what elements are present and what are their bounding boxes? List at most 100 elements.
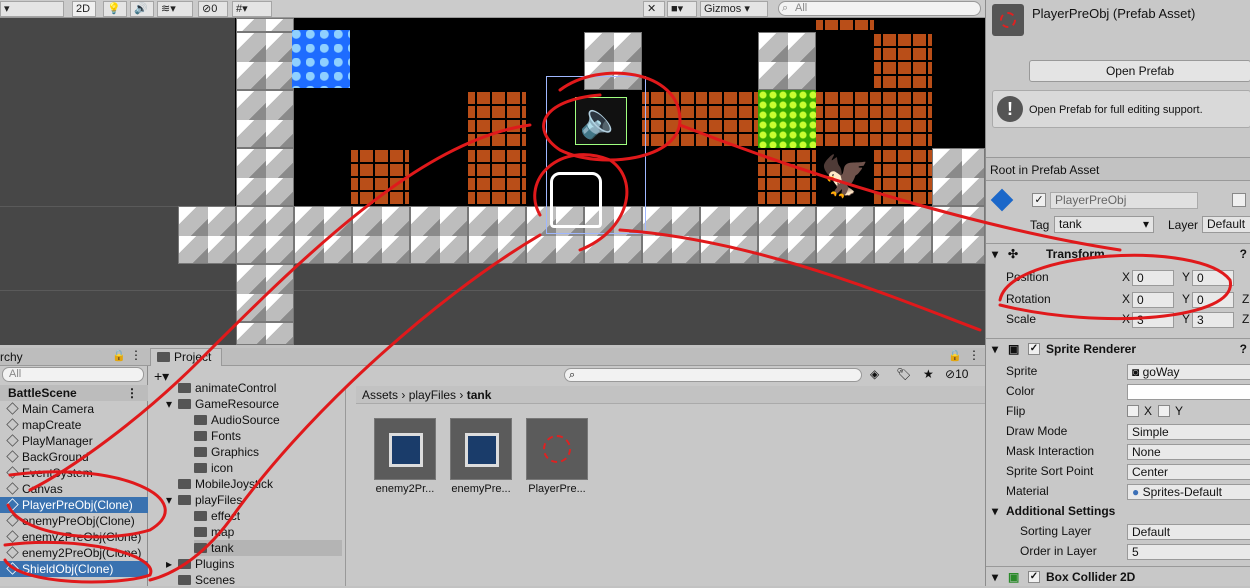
object-name-field[interactable]: PlayerPreObj bbox=[1050, 192, 1198, 209]
asset-name[interactable]: PlayerPre... bbox=[522, 483, 592, 495]
lock-icon[interactable]: 🔒 bbox=[948, 349, 962, 362]
hierarchy-search-input[interactable]: All bbox=[2, 367, 144, 382]
grid-dropdown-icon[interactable]: #▾ bbox=[232, 1, 272, 17]
lighting-icon[interactable]: 💡 bbox=[103, 1, 127, 17]
help-icon[interactable]: ? bbox=[1240, 244, 1247, 264]
foldout-arrow-icon[interactable]: ▾ bbox=[166, 492, 178, 508]
static-checkbox[interactable] bbox=[1232, 193, 1246, 207]
additional-settings-row[interactable]: ▾ Additional Settings bbox=[986, 504, 1250, 522]
hierarchy-item[interactable]: PlayManager bbox=[0, 433, 148, 449]
position-x-field[interactable]: 0 bbox=[1132, 270, 1174, 286]
rotation-row: Rotation X 0 Y 0 Z bbox=[986, 292, 1250, 310]
scale-x-field[interactable]: 3 bbox=[1132, 312, 1174, 328]
gameobject-icon bbox=[6, 562, 19, 575]
material-field[interactable]: ● Sprites-Default bbox=[1127, 484, 1250, 500]
scene-menu-icon[interactable]: ⋮ bbox=[126, 385, 138, 401]
scene-root[interactable]: BattleScene ⋮ bbox=[0, 385, 148, 401]
grid-line bbox=[0, 290, 985, 291]
hierarchy-item[interactable]: PlayerPreObj(Clone) bbox=[0, 497, 148, 513]
folder-tree-item[interactable]: ▾ playFiles bbox=[166, 492, 242, 508]
folder-tree-item[interactable]: Graphics bbox=[194, 444, 259, 460]
brick-tile bbox=[642, 90, 700, 148]
folder-tree-item[interactable]: map bbox=[194, 524, 234, 540]
project-tab[interactable]: Project bbox=[150, 348, 222, 366]
asset-thumb-player[interactable] bbox=[526, 418, 588, 480]
hierarchy-item[interactable]: mapCreate bbox=[0, 417, 148, 433]
folder-tree-item[interactable]: ▸ Plugins bbox=[166, 556, 234, 572]
folder-tree-item[interactable]: tank bbox=[194, 540, 342, 556]
asset-thumb-enemy2[interactable] bbox=[374, 418, 436, 480]
breadcrumb-playfiles[interactable]: playFiles bbox=[409, 388, 456, 402]
filter-type-icon[interactable]: ◈ bbox=[870, 367, 879, 381]
hierarchy-item[interactable]: enemy2PreObj(Clone) bbox=[0, 529, 148, 545]
effects-dropdown-icon[interactable]: ≋▾ bbox=[157, 1, 193, 17]
hierarchy-item[interactable]: enemyPreObj(Clone) bbox=[0, 513, 148, 529]
audio-source-gizmo-icon[interactable]: 🔈 bbox=[575, 97, 627, 145]
order-field[interactable]: 5 bbox=[1127, 544, 1250, 560]
asset-thumb-enemy[interactable] bbox=[450, 418, 512, 480]
hidden-packages-icon[interactable]: ⊘10 bbox=[945, 367, 968, 381]
menu-icon[interactable]: ⋮ bbox=[968, 348, 980, 362]
enabled-checkbox[interactable]: ✓ bbox=[1028, 571, 1040, 583]
flip-y-checkbox[interactable] bbox=[1158, 405, 1170, 417]
sort-point-dropdown[interactable]: Center bbox=[1127, 464, 1250, 480]
sorting-layer-dropdown[interactable]: Default bbox=[1127, 524, 1250, 540]
sprite-renderer-icon: ▣ bbox=[1008, 342, 1020, 356]
tag-dropdown[interactable]: tank ▾ bbox=[1054, 216, 1154, 233]
active-checkbox[interactable]: ✓ bbox=[1032, 193, 1046, 207]
hidden-objects-icon[interactable]: ⊘0 bbox=[198, 1, 228, 17]
2d-toggle[interactable]: 2D bbox=[72, 1, 96, 17]
audio-toggle-icon[interactable]: 🔊 bbox=[130, 1, 154, 17]
transform-header[interactable]: ▾ ✣ Transform? bbox=[986, 243, 1250, 263]
rotation-x-field[interactable]: 0 bbox=[1132, 292, 1174, 308]
scale-y-field[interactable]: 3 bbox=[1192, 312, 1234, 328]
breadcrumb-assets[interactable]: Assets bbox=[362, 388, 398, 402]
help-icon[interactable]: ? bbox=[1240, 339, 1247, 359]
position-y-field[interactable]: 0 bbox=[1192, 270, 1234, 286]
camera-dropdown-icon[interactable]: ■▾ bbox=[667, 1, 697, 17]
hierarchy-item[interactable]: Main Camera bbox=[0, 401, 148, 417]
asset-name[interactable]: enemy2Pr... bbox=[370, 483, 440, 495]
folder-tree-item[interactable]: MobileJoystick bbox=[178, 476, 273, 492]
shading-dropdown[interactable]: ▾ bbox=[0, 1, 64, 17]
hierarchy-item[interactable]: Canvas bbox=[0, 481, 148, 497]
sprite-renderer-header[interactable]: ▾ ▣ ✓ Sprite Renderer? bbox=[986, 338, 1250, 358]
scene-view[interactable]: 🦅 🔈 ▾ 2D 💡 🔊 ≋▾ ⊘0 #▾ ✕ ■▾ Gizmos ▾ ⌕ All bbox=[0, 0, 985, 345]
folder-tree-item[interactable]: Fonts bbox=[194, 428, 241, 444]
scene-search-input[interactable]: ⌕ All bbox=[778, 1, 981, 16]
hierarchy-tab[interactable]: rchy bbox=[0, 350, 23, 364]
hierarchy-item[interactable]: BackGround bbox=[0, 449, 148, 465]
tools-icon[interactable]: ✕ bbox=[643, 1, 665, 17]
folder-tree-item[interactable]: effect bbox=[194, 508, 240, 524]
open-prefab-button[interactable]: Open Prefab bbox=[1029, 60, 1250, 82]
folder-tree-item[interactable]: icon bbox=[194, 460, 233, 476]
layer-dropdown[interactable]: Default bbox=[1202, 216, 1250, 233]
color-swatch[interactable] bbox=[1127, 384, 1250, 400]
hierarchy-item[interactable]: EventSystem bbox=[0, 465, 148, 481]
enabled-checkbox[interactable]: ✓ bbox=[1028, 343, 1040, 355]
mask-dropdown[interactable]: None bbox=[1127, 444, 1250, 460]
folder-tree-item[interactable]: ▾ GameResource bbox=[166, 396, 279, 412]
menu-icon[interactable]: ⋮ bbox=[130, 348, 142, 362]
favorite-star-icon[interactable]: ★ bbox=[923, 367, 934, 381]
hierarchy-item[interactable]: enemy2PreObj(Clone) bbox=[0, 545, 148, 561]
create-button[interactable]: +▾ bbox=[154, 368, 169, 385]
box-collider-header[interactable]: ▾ ▣ ✓ Box Collider 2D bbox=[986, 566, 1250, 586]
draw-mode-dropdown[interactable]: Simple bbox=[1127, 424, 1250, 440]
foldout-arrow-icon[interactable]: ▸ bbox=[166, 556, 178, 572]
foldout-arrow-icon[interactable]: ▾ bbox=[166, 396, 178, 412]
folder-tree-item[interactable]: AudioSource bbox=[194, 412, 280, 428]
steel-tile bbox=[758, 32, 816, 90]
sprite-field[interactable]: ◙ goWay bbox=[1127, 364, 1250, 380]
lock-icon[interactable]: 🔒 bbox=[112, 349, 126, 362]
label-icon[interactable]: 🏷 bbox=[896, 367, 911, 381]
breadcrumb-tank[interactable]: tank bbox=[467, 388, 492, 402]
flip-x-checkbox[interactable] bbox=[1127, 405, 1139, 417]
asset-name[interactable]: enemyPre... bbox=[446, 483, 516, 495]
hierarchy-item[interactable]: ShieldObj(Clone) bbox=[0, 561, 148, 577]
project-search-input[interactable]: ⌕ bbox=[564, 368, 862, 382]
breadcrumb-separator-icon: › bbox=[459, 388, 467, 402]
rotation-y-field[interactable]: 0 bbox=[1192, 292, 1234, 308]
folder-tree-item[interactable]: animateControl bbox=[178, 380, 276, 396]
gizmos-dropdown[interactable]: Gizmos ▾ bbox=[700, 1, 768, 17]
